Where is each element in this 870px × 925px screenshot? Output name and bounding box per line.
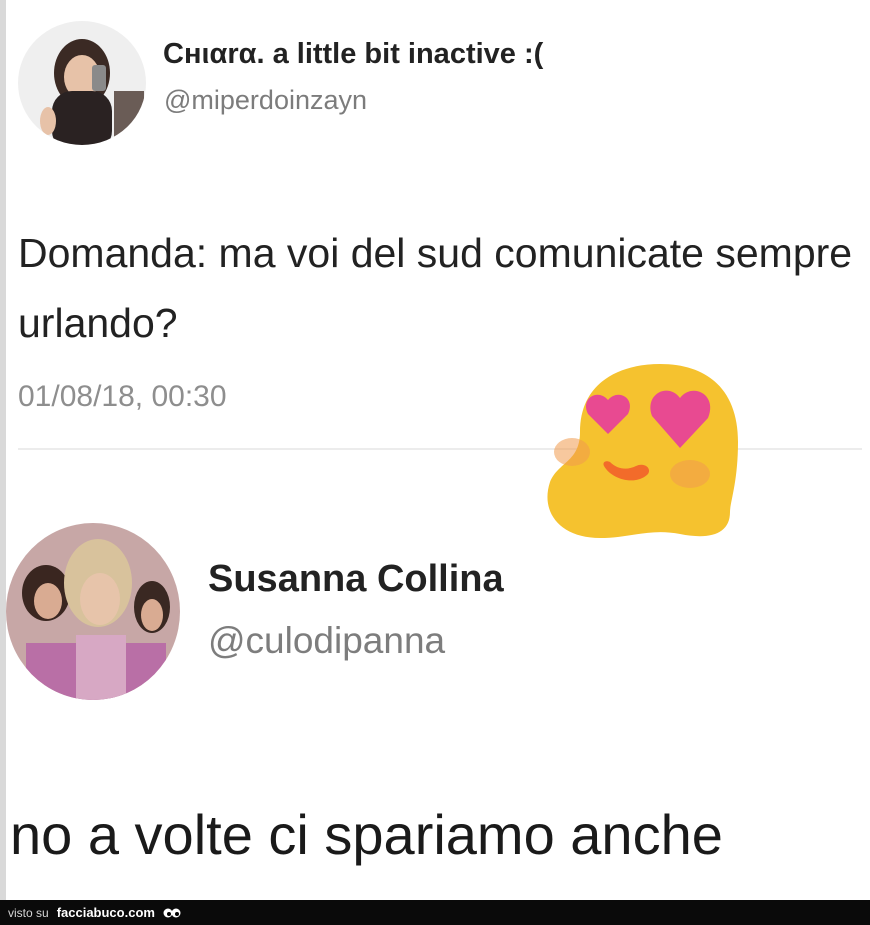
tweet-timestamp[interactable]: 01/08/18, 00:30 [18, 380, 227, 414]
screenshot-frame: Cнιαrα. a little bit inactive :( @miperd… [0, 0, 870, 900]
reply-text: no a volte ci spariamo anche [10, 803, 723, 866]
author-handle[interactable]: @miperdoinzayn [164, 85, 367, 116]
author-name[interactable]: Cнιαrα. a little bit inactive :( [163, 38, 543, 71]
author-avatar[interactable] [18, 21, 146, 145]
heart-eyes-emoji-icon [540, 362, 740, 542]
reply-author-handle[interactable]: @culodipanna [208, 620, 445, 662]
reply-avatar-image [6, 523, 180, 700]
footer-site-link[interactable]: facciabuco.com [57, 905, 155, 920]
reply-author-avatar[interactable] [6, 523, 180, 700]
watermark-footer: visto su facciabuco.com [0, 900, 870, 925]
left-edge [0, 0, 6, 900]
tweet-text: Domanda: ma voi del sud comunicate sempr… [18, 230, 853, 346]
reply-author-name[interactable]: Susanna Collina [208, 558, 504, 601]
footer-prefix: visto su [8, 905, 49, 920]
author-avatar-image [18, 21, 146, 145]
eyes-logo-icon [163, 908, 181, 917]
